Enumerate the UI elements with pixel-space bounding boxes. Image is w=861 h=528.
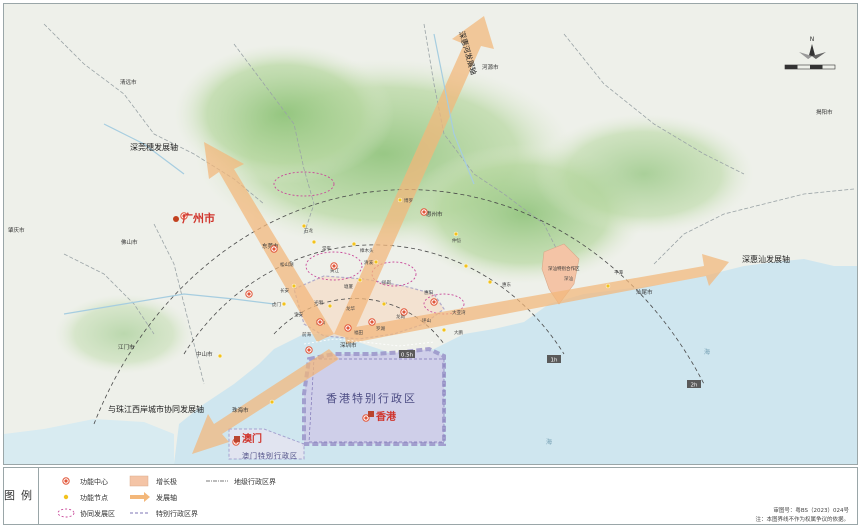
major-city-macao: 澳门 [242,432,262,445]
legend-growth-pole: 增长极 [156,478,177,486]
place-label: 龙华 [346,305,355,312]
place-label: 前海 [302,331,311,338]
city-foshan: 佛山市 [121,238,138,246]
major-city-hongkong: 香港 [376,410,397,423]
function-node-marker [441,327,447,333]
function-node-marker [327,303,333,309]
place-label: 大亚湾 [452,309,466,316]
city-jieyang: 揭阳市 [816,108,833,116]
function-node-marker [351,241,357,247]
ring-05h-label: 0.5h [401,353,414,359]
map-frame: 2h 1h 0.5h N 深惠河发展轴 深莞穗发展轴 深惠汕发展轴 与珠江西岸城… [0,0,861,528]
function-node-marker [373,259,379,265]
legend-function-node: 功能节点 [80,494,108,502]
legend-panel: 图例 功能中心 功能节点 协同发展区 增长极 发展轴 特别行政区界 地级行政区界… [3,467,858,525]
legend-growth-icon [129,475,149,487]
legend-title: 图例 [4,468,39,524]
place-label: 塘厦 [344,283,353,290]
function-node-marker [381,301,387,307]
place-label: 惠东 [502,281,511,288]
major-city-guangzhou: 广州市 [182,211,215,225]
place-label: 石龙 [304,227,313,234]
place-label: 坪山 [422,317,431,324]
legend-coop-icon [57,508,75,518]
place-label: 惠阳 [424,289,433,296]
place-label: 长安 [280,287,289,294]
terrain-far-east [534,114,754,234]
place-label: 常平 [322,245,331,252]
city-zhuhai: 珠海市 [232,406,249,414]
legend-sar-boundary: 特别行政区界 [156,510,198,518]
place-label: 清溪 [364,259,373,266]
map-svg: 2h 1h 0.5h N 深惠河发展轴 深莞穗发展轴 深惠汕发展轴 与珠江西岸城… [4,4,857,464]
axis-label-zhujiang: 与珠江西岸城市协同发展轴 [108,404,204,414]
legend-function-center: 功能中心 [80,478,108,486]
terrain-west [54,294,194,374]
city-shenzhen: 深圳市 [340,341,357,349]
legend-note: 注：本图界线不作为权属争议的依据。 [755,517,849,523]
function-node-marker [397,197,403,203]
city-qingyuan: 清远市 [120,78,137,86]
city-huizhou: 惠州市 [426,210,443,218]
place-label: 博罗 [404,197,413,204]
sea-label: 海 [546,438,552,446]
city-jiangmen: 江门市 [118,343,135,351]
function-node-marker [487,279,493,285]
place-label: 罗湖 [376,325,385,332]
place-label: 仲恺 [452,237,461,244]
hongkong-marker [368,411,374,417]
function-node-marker [453,231,459,237]
function-node-marker [301,223,307,229]
function-node-marker [357,277,363,283]
guangzhou-marker [173,216,179,222]
place-label: 平潭 [614,269,623,276]
city-shenshan-zone: 深汕特别合作区 [548,265,580,272]
function-node-marker [281,301,287,307]
place-label: 凤岗 [382,279,391,286]
compass-n-label: N [810,36,815,43]
place-label: 樟木头 [360,247,374,254]
place-label: 光明 [314,299,323,306]
place-label: 深汕 [564,275,573,282]
axis-label-shenshan: 深惠汕发展轴 [742,254,790,264]
legend-node-icon [63,494,69,500]
city-shanwei: 汕尾市 [636,288,653,296]
macao-sar-label: 澳门特别行政区 [242,451,298,460]
function-node-marker [269,399,275,405]
macao-marker [234,436,240,442]
legend-approval-number: 审图号：粤BS（2023）024号 [773,508,849,514]
city-zhongshan: 中山市 [196,350,213,358]
legend-title-text: 图例 [4,489,38,502]
city-zhaoqing: 肇庆市 [8,226,25,234]
sea-label: 海 [704,348,710,356]
ring-1h-label: 1h [551,358,558,364]
axis-label-shenguan: 深莞穗发展轴 [130,142,178,152]
function-node-marker [463,263,469,269]
ring-2h-label: 2h [691,383,698,389]
place-label: 宝安 [294,311,303,318]
city-heyuan: 河源市 [482,63,499,71]
place-label: 虎门 [272,301,281,308]
legend-axis-icon [130,492,150,502]
hk-sar-label: 香港特别行政区 [326,391,417,405]
legend-dev-axis: 发展轴 [156,494,177,502]
map-canvas[interactable]: 2h 1h 0.5h N 深惠河发展轴 深莞穗发展轴 深惠汕发展轴 与珠江西岸城… [3,3,858,465]
place-label: 松山湖 [280,261,294,268]
function-node-marker [291,283,297,289]
place-label: 大鹏 [454,329,463,336]
place-label: 福田 [354,329,363,336]
function-node-marker [311,239,317,245]
legend-prefecture-boundary: 地级行政区界 [234,478,276,486]
legend-coop-zone: 协同发展区 [80,510,115,518]
function-node-marker [605,283,611,289]
function-node-marker [217,353,223,359]
